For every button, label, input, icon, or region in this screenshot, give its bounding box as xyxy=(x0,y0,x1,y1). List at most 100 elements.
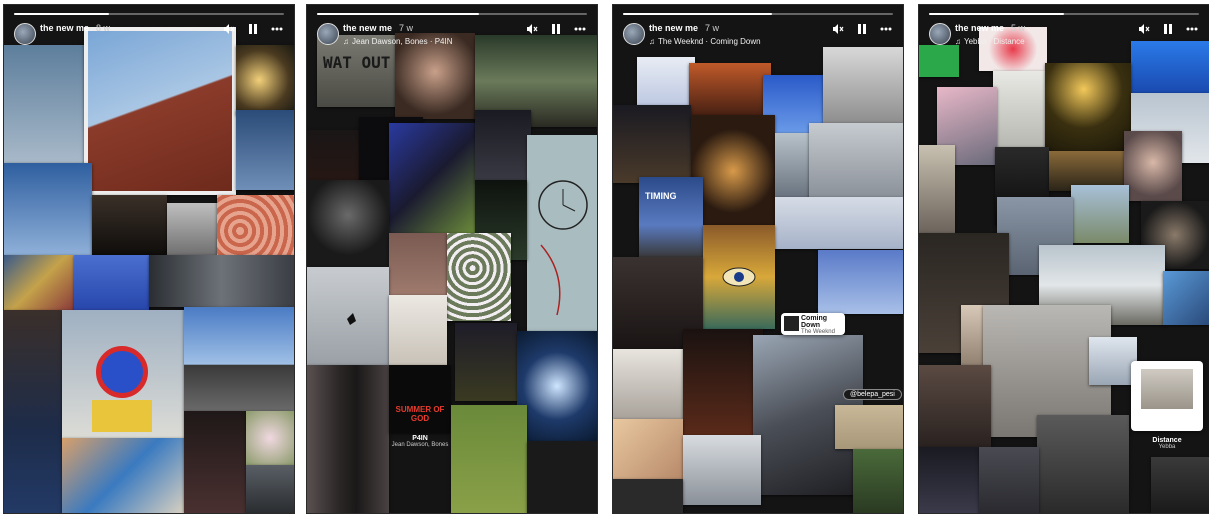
pause-icon[interactable] xyxy=(549,22,563,36)
photo-girl-shirt xyxy=(993,71,1045,147)
username[interactable]: the new me xyxy=(649,23,698,33)
photo-stairs xyxy=(613,349,683,419)
story-controls xyxy=(222,22,284,36)
photo-shadow-grass xyxy=(451,405,527,513)
photo-night-bottom xyxy=(919,447,979,513)
music-card[interactable]: Coming Down The Weeknd xyxy=(781,313,845,335)
story-card-1[interactable]: the new me 8 w xyxy=(3,4,295,514)
pause-icon[interactable] xyxy=(246,22,260,36)
music-card-title: Distance xyxy=(1152,437,1182,444)
more-options-icon[interactable] xyxy=(1185,22,1199,36)
story-age: 7 w xyxy=(705,23,720,33)
music-note-icon: ♫ xyxy=(955,37,961,46)
mention-tag[interactable]: @belepa_pesi xyxy=(843,389,902,400)
avatar[interactable] xyxy=(623,23,645,45)
music-label[interactable]: ♫ Yebba · Distance xyxy=(955,37,1025,46)
photo-wire-sky xyxy=(4,163,92,255)
story-controls xyxy=(1137,22,1199,36)
music-card[interactable]: Distance Yebba xyxy=(1129,437,1205,450)
photo-arm xyxy=(4,310,62,513)
more-options-icon[interactable] xyxy=(573,22,587,36)
watch-sketch-icon xyxy=(538,180,588,316)
avatar[interactable] xyxy=(929,23,951,45)
photo-hallway xyxy=(307,365,389,513)
photo-no-parking-sign xyxy=(62,310,184,438)
photo-graffiti-wall xyxy=(613,419,683,479)
pause-icon[interactable] xyxy=(1161,22,1175,36)
sign-text: TIMING xyxy=(645,191,677,201)
photo-timing-sign: TIMING xyxy=(639,177,703,257)
photo-dark-face xyxy=(92,195,167,255)
story-card-4[interactable]: the new me 5 w ♫ Yebba · Distance Distanc… xyxy=(918,4,1209,514)
music-track: Yebba · Distance xyxy=(964,37,1025,46)
mute-icon[interactable] xyxy=(1137,22,1151,36)
username[interactable]: the new me xyxy=(343,23,392,33)
photo-blur-lights xyxy=(389,123,475,233)
photo-eye-painting xyxy=(703,225,775,329)
photo-gray-sky xyxy=(809,123,903,199)
photo-car-night xyxy=(691,115,775,227)
photo-white-flowers xyxy=(447,233,511,321)
music-card-photo[interactable] xyxy=(1131,361,1203,431)
username[interactable]: the new me xyxy=(40,23,89,33)
photo-beige-wall xyxy=(835,405,903,449)
photo-drawing-pile xyxy=(775,197,903,249)
story-progress-fill xyxy=(623,13,772,15)
music-card-title: P4IN xyxy=(412,435,428,442)
music-label[interactable]: ♫ Jean Dawson, Bones · P4IN xyxy=(343,37,453,46)
music-label[interactable]: ♫ The Weeknd · Coming Down xyxy=(649,37,761,46)
photo-sticker-can xyxy=(823,47,903,127)
story-card-3[interactable]: the new me 7 w ♫ The Weeknd · Coming Down… xyxy=(612,4,904,514)
photo-tree-sky xyxy=(818,250,903,314)
story-controls xyxy=(525,22,587,36)
story-card-2[interactable]: the new me 7 w ♫ Jean Dawson, Bones · P4I… xyxy=(306,4,598,514)
photo-woman-sitting xyxy=(919,365,991,447)
story-age: 8 w xyxy=(96,23,111,33)
photo-album-cover: SUMMER OF GOD xyxy=(389,365,451,433)
story-progress-fill xyxy=(14,13,109,15)
story-progress-fill xyxy=(929,13,1064,15)
photo-blue-light xyxy=(517,331,597,441)
story-progress-bar xyxy=(929,13,1199,15)
story-progress-bar xyxy=(623,13,893,15)
story-controls xyxy=(831,22,893,36)
music-track: Jean Dawson, Bones · P4IN xyxy=(352,37,453,46)
photo-graffiti-blue xyxy=(1163,271,1209,325)
avatar[interactable] xyxy=(14,23,36,45)
username[interactable]: the new me xyxy=(955,23,1004,33)
more-options-icon[interactable] xyxy=(270,22,284,36)
photo-light xyxy=(236,45,294,115)
photo-portrait-glasses xyxy=(1124,131,1182,201)
story-header: the new me 7 w ♫ The Weeknd · Coming Down xyxy=(623,20,893,52)
photo-red-tile xyxy=(217,195,294,255)
story-header: the new me 8 w xyxy=(14,20,284,52)
pause-icon[interactable] xyxy=(855,22,869,36)
music-card[interactable]: P4IN Jean Dawson, Bones xyxy=(387,435,453,448)
photo-night-city xyxy=(475,110,531,182)
story-progress-bar xyxy=(317,13,587,15)
story-header: the new me 5 w ♫ Yebba · Distance xyxy=(929,20,1199,52)
album-text: SUMMER OF GOD xyxy=(395,405,445,423)
music-note-icon: ♫ xyxy=(649,37,655,46)
photo-dark-legs xyxy=(184,411,246,513)
avatar[interactable] xyxy=(317,23,339,45)
photo-graffiti xyxy=(4,255,74,310)
photo-night-window xyxy=(455,323,517,401)
photo-building-side xyxy=(919,145,955,235)
more-options-icon[interactable] xyxy=(879,22,893,36)
music-track: The Weeknd · Coming Down xyxy=(658,37,761,46)
photo-room xyxy=(246,465,294,513)
music-card-artist: Yebba xyxy=(1158,444,1176,450)
mute-icon[interactable] xyxy=(525,22,539,36)
photo-trees-bright xyxy=(1071,185,1129,243)
story-progress-fill xyxy=(317,13,479,15)
mute-icon[interactable] xyxy=(831,22,845,36)
photo-green-bottom xyxy=(853,449,903,513)
story-age: 5 w xyxy=(1011,23,1026,33)
photo-night-red xyxy=(683,329,763,435)
story-age: 7 w xyxy=(399,23,414,33)
photo-dark-corner xyxy=(527,441,597,513)
mute-icon[interactable] xyxy=(222,22,236,36)
photo-smoke xyxy=(149,255,294,307)
story-progress-bar xyxy=(14,13,284,15)
